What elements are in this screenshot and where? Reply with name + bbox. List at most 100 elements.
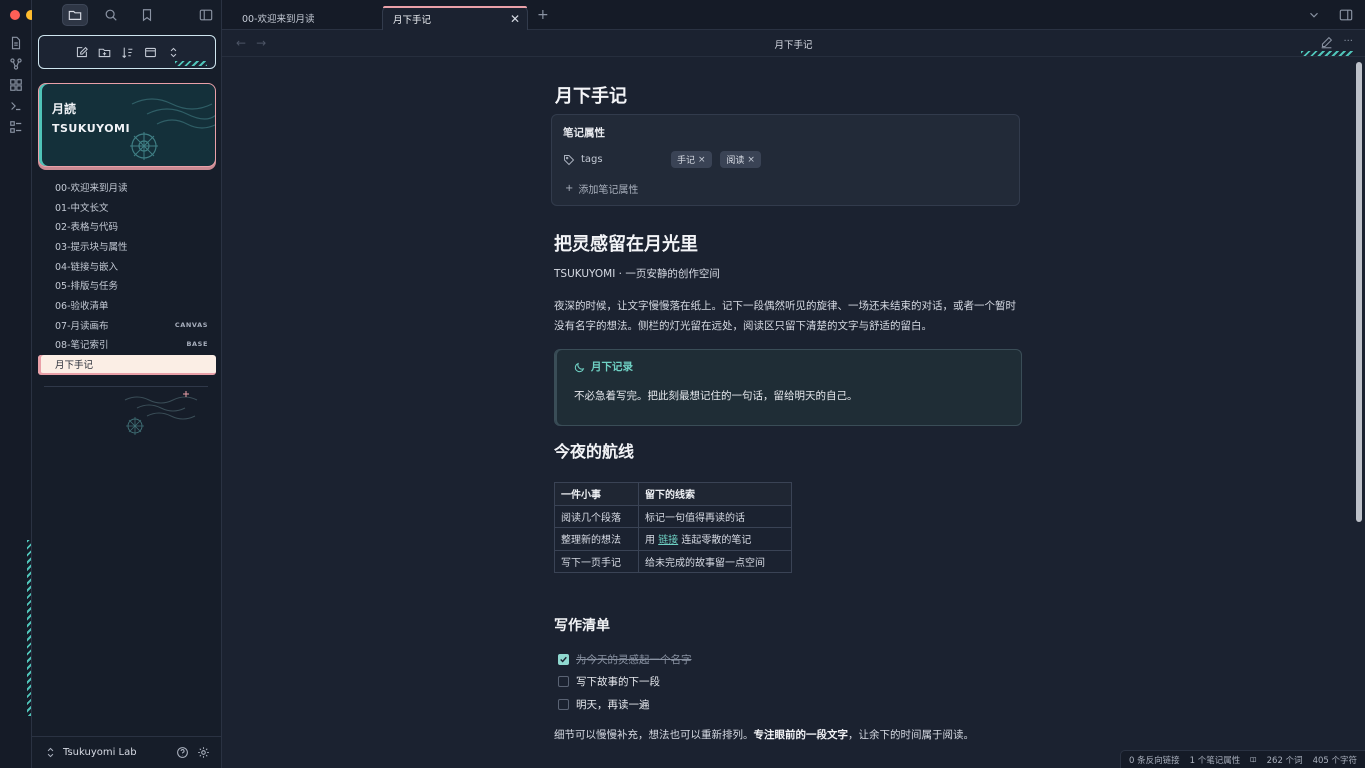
more-options-button[interactable]: ···: [1343, 36, 1353, 49]
callout-title-text: 月下记录: [591, 361, 633, 373]
files-tab[interactable]: [62, 4, 88, 26]
banner-title: 月読: [52, 102, 77, 116]
graph-icon[interactable]: [9, 57, 23, 71]
help-icon[interactable]: [176, 746, 189, 759]
cell-text: 连起零散的笔记: [678, 535, 752, 547]
file-item[interactable]: 04-链接与嵌入: [38, 256, 216, 276]
properties-count[interactable]: 1 个笔记属性: [1190, 754, 1241, 766]
file-item[interactable]: 06-验收清单: [38, 295, 216, 315]
property-key[interactable]: tags: [563, 154, 671, 166]
file-item[interactable]: 08-笔记索引 BASE: [38, 335, 216, 355]
internal-link[interactable]: 链接: [658, 535, 678, 546]
file-explorer-toolbar: [38, 35, 216, 69]
reading-icon[interactable]: [1250, 754, 1257, 765]
banner-subtitle: TSUKUYOMI: [52, 122, 131, 135]
edit-icon[interactable]: [1320, 36, 1333, 49]
close-window-button[interactable]: [10, 10, 20, 20]
vault-name: Tsukuyomi Lab: [63, 747, 137, 758]
note-title[interactable]: 月下手记: [555, 82, 627, 108]
vault-switcher[interactable]: Tsukuyomi Lab: [32, 736, 222, 768]
task-checkbox[interactable]: [558, 676, 569, 688]
check-icon: [560, 656, 567, 663]
tab-welcome[interactable]: 00-欢迎来到月读: [232, 6, 380, 30]
list-icon[interactable]: [9, 120, 23, 134]
heading-2: 今夜的航线: [554, 442, 635, 461]
terminal-icon[interactable]: [9, 99, 23, 113]
tag-label: 手记: [677, 156, 696, 166]
chevron-down-icon[interactable]: [1307, 8, 1321, 22]
task-text: 为今天的灵感起一个名字: [576, 653, 692, 666]
file-name: 01-中文长文: [55, 202, 109, 214]
property-value[interactable]: 手记 × 阅读 ×: [671, 151, 766, 168]
table-header: 一件小事: [554, 482, 639, 506]
scrollbar[interactable]: [1356, 62, 1362, 522]
sort-icon[interactable]: [121, 46, 134, 59]
remove-tag-icon[interactable]: ×: [698, 155, 706, 165]
search-icon: [105, 9, 117, 21]
callout-body: 不必急着写完。把此刻最想记住的一句话，留给明天的自己。: [574, 390, 858, 402]
char-count: 405 个字符: [1312, 755, 1357, 766]
table-row: 阅读几个段落 标记一句值得再读的话: [554, 504, 792, 528]
backlinks-count[interactable]: 0 条反向链接: [1129, 754, 1180, 766]
table-cell: 写下一页手记: [554, 549, 639, 573]
tab-active-note[interactable]: 月下手记 ✕: [382, 6, 528, 30]
file-name: 07-月读画布: [55, 320, 109, 332]
table-cell: 给未完成的故事留一点空间: [638, 549, 792, 573]
file-name: 05-排版与任务: [55, 281, 119, 293]
file-badge: BASE: [186, 340, 208, 349]
tag-pill[interactable]: 手记 ×: [671, 151, 712, 168]
file-item[interactable]: 05-排版与任务: [38, 275, 216, 295]
expand-collapse-icon[interactable]: [167, 46, 180, 59]
task-item: 明天，再读一遍: [558, 693, 692, 716]
closing-text: 细节可以慢慢补充，想法也可以重新排列。: [554, 729, 754, 741]
table-header: 留下的线索: [638, 482, 792, 506]
file-item[interactable]: 03-提示块与属性: [38, 236, 216, 256]
search-tab[interactable]: [98, 4, 124, 26]
file-name: 02-表格与代码: [55, 222, 119, 234]
bookmarks-tab[interactable]: [134, 4, 160, 26]
file-name: 00-欢迎来到月读: [55, 182, 128, 194]
file-item[interactable]: 02-表格与代码: [38, 216, 216, 236]
closing-paragraph: 细节可以慢慢补充，想法也可以重新排列。专注眼前的一段文字，让余下的时间属于阅读。: [554, 727, 1034, 742]
task-text: 写下故事的下一段: [576, 676, 660, 689]
file-item[interactable]: 07-月读画布 CANVAS: [38, 315, 216, 335]
sidebar-toggle-icon[interactable]: [199, 8, 213, 22]
add-property-button[interactable]: + 添加笔记属性: [565, 181, 638, 196]
add-property-label: 添加笔记属性: [578, 185, 639, 196]
toolbar-decoration: [175, 61, 207, 66]
task-checkbox-checked[interactable]: [558, 653, 569, 665]
right-sidebar-toggle-icon[interactable]: [1339, 8, 1353, 22]
new-tab-button[interactable]: +: [537, 7, 549, 23]
properties-panel: 笔记属性 tags 手记 × 阅读 × + 添加笔记属性: [551, 114, 1020, 206]
new-folder-icon[interactable]: [98, 46, 111, 59]
file-item-active[interactable]: 月下手记: [38, 355, 216, 376]
tag-pill[interactable]: 阅读 ×: [720, 151, 761, 168]
sidebar-wave-decoration: [124, 391, 198, 435]
closing-bold: 专注眼前的一段文字: [753, 729, 849, 741]
file-item[interactable]: 01-中文长文: [38, 197, 216, 217]
remove-tag-icon[interactable]: ×: [747, 155, 755, 165]
callout-title: 月下记录: [574, 359, 633, 374]
body-paragraph: 夜深的时候，让文字慢慢落在纸上。记下一段偶然听见的旋律、一场还未结束的对话，或者…: [554, 300, 1016, 332]
closing-text: ，让余下的时间属于阅读。: [848, 729, 974, 741]
ribbon-actions: [0, 36, 32, 134]
properties-heading[interactable]: 笔记属性: [563, 125, 605, 140]
grid-icon[interactable]: [9, 78, 23, 92]
close-tab-icon[interactable]: ✕: [510, 12, 520, 26]
vault-banner: 月読 TSUKUYOMI: [38, 83, 216, 167]
cell-text: 用: [645, 535, 659, 547]
view-header: ← → 月下手记 ···: [222, 30, 1365, 57]
callout: 月下记录 不必急着写完。把此刻最想记住的一句话，留给明天的自己。: [554, 349, 1022, 426]
table-cell: 整理新的想法: [554, 527, 639, 551]
collapse-icon[interactable]: [144, 46, 157, 59]
heading-1: 把灵感留在月光里: [554, 234, 698, 255]
status-bar: 0 条反向链接 1 个笔记属性 262 个词 405 个字符: [1120, 750, 1365, 768]
file-icon[interactable]: [9, 36, 23, 50]
new-note-icon[interactable]: [75, 46, 88, 59]
file-item[interactable]: 00-欢迎来到月读: [38, 177, 216, 197]
ribbon: [0, 0, 52, 768]
task-checkbox[interactable]: [558, 698, 569, 710]
table-row: 写下一页手记 给未完成的故事留一点空间: [554, 549, 792, 573]
settings-icon[interactable]: [197, 746, 210, 759]
task-text: 明天，再读一遍: [576, 698, 650, 711]
